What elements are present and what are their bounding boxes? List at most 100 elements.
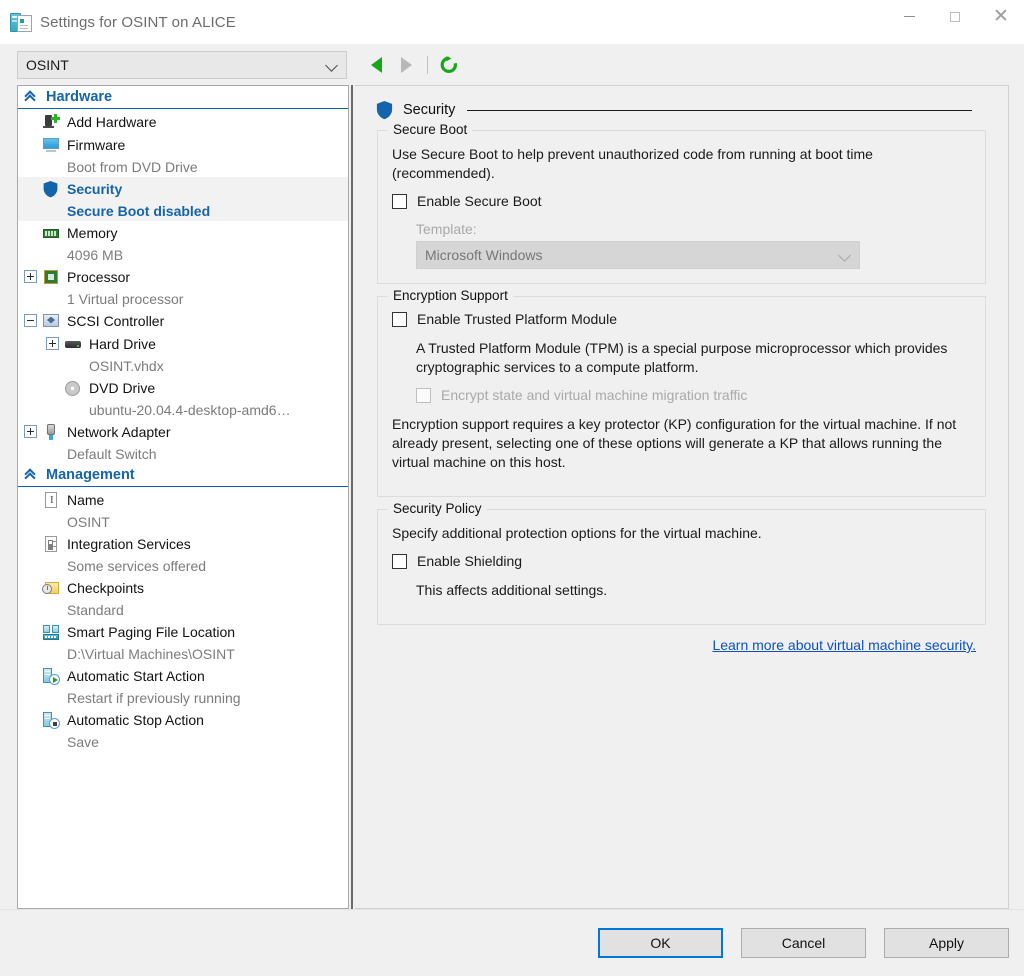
learn-more-link[interactable]: Learn more about virtual machine securit… [712, 637, 976, 653]
sidebar-item-label: Security [67, 180, 123, 197]
ok-button[interactable]: OK [598, 928, 723, 958]
sidebar-item-label: Automatic Start Action [67, 667, 205, 684]
forward-button[interactable] [391, 51, 421, 79]
sidebar-item-label: Smart Paging File Location [67, 623, 236, 640]
cancel-button[interactable]: Cancel [741, 928, 866, 958]
security-policy-group: Security Policy Specify additional prote… [377, 501, 986, 625]
sidebar-item-sublabel: 1 Virtual processor [67, 290, 184, 307]
sidebar-item-label: Hard Drive [89, 335, 156, 352]
apply-button[interactable]: Apply [884, 928, 1009, 958]
sidebar-item-sublabel-row[interactable]: Restart if previously running [18, 687, 348, 708]
security-policy-legend: Security Policy [388, 501, 487, 516]
enable-tpm-row[interactable]: Enable Trusted Platform Module [392, 311, 971, 327]
sidebar-item-sublabel-row[interactable]: Default Switch [18, 443, 348, 464]
sidebar-item-sublabel-row[interactable]: 1 Virtual processor [18, 288, 348, 309]
encrypt-migration-checkbox [416, 388, 431, 403]
sidebar-item-automatic-stop-action[interactable]: Automatic Stop Action [18, 708, 348, 731]
chevron-down-icon [838, 249, 851, 262]
vm-selector-combobox[interactable]: OSINT [17, 51, 347, 79]
sidebar-item-sublabel-row[interactable]: Secure Boot disabled [18, 200, 348, 221]
sidebar-item-name[interactable]: Name [18, 488, 348, 511]
sidebar-item-label: Memory [67, 224, 118, 241]
collapse-icon[interactable] [24, 314, 37, 327]
auto-start-icon [42, 667, 60, 685]
memory-icon [42, 224, 60, 242]
sidebar-item-memory[interactable]: Memory [18, 221, 348, 244]
sidebar-item-firmware[interactable]: Firmware [18, 133, 348, 156]
close-icon[interactable]: ✕ [978, 0, 1024, 33]
sidebar-item-sublabel: Default Switch [67, 445, 157, 462]
back-button[interactable] [361, 51, 391, 79]
sidebar-item-sublabel-row[interactable]: ubuntu-20.04.4-desktop-amd6… [18, 399, 348, 420]
chevron-up-icon [24, 90, 38, 104]
sidebar-item-sublabel-row[interactable]: Save [18, 731, 348, 752]
security-panel: Security Secure Boot Use Secure Boot to … [355, 85, 1009, 909]
sidebar-item-network-adapter[interactable]: Network Adapter [18, 420, 348, 443]
sidebar-item-sublabel: Restart if previously running [67, 689, 241, 706]
sidebar-item-hard-drive[interactable]: Hard Drive [18, 332, 348, 355]
sidebar-item-label: Checkpoints [67, 579, 145, 596]
sidebar-item-sublabel: D:\Virtual Machines\OSINT [67, 645, 235, 662]
header-rule [467, 109, 972, 111]
sidebar-item-sublabel-row[interactable]: Boot from DVD Drive [18, 156, 348, 177]
refresh-icon [440, 56, 457, 73]
enable-tpm-checkbox[interactable] [392, 312, 407, 327]
tree-section-label: Hardware [46, 89, 113, 105]
toolbar: OSINT [0, 45, 1024, 85]
window-controls: ✕ [886, 0, 1024, 44]
sidebar-item-security[interactable]: Security [18, 177, 348, 200]
refresh-button[interactable] [434, 51, 464, 79]
encrypt-migration-row: Encrypt state and virtual machine migrat… [416, 387, 971, 403]
smart-paging-icon [42, 623, 60, 641]
sidebar-item-add-hardware[interactable]: Add Hardware [18, 110, 348, 133]
page-title: Security [403, 102, 456, 118]
minimize-icon[interactable] [886, 0, 932, 33]
dialog-footer: OK Cancel Apply [0, 909, 1024, 976]
sidebar-item-label: Firmware [67, 136, 126, 153]
sidebar-item-scsi-controller[interactable]: SCSI Controller [18, 309, 348, 332]
enable-secure-boot-row[interactable]: Enable Secure Boot [392, 193, 971, 209]
sidebar-item-dvd-drive[interactable]: DVD Drive [18, 376, 348, 399]
enable-secure-boot-label: Enable Secure Boot [417, 193, 542, 209]
enable-secure-boot-checkbox[interactable] [392, 194, 407, 209]
sidebar-item-sublabel: Secure Boot disabled [67, 202, 211, 219]
enable-shielding-checkbox[interactable] [392, 554, 407, 569]
sidebar-item-sublabel-row[interactable]: D:\Virtual Machines\OSINT [18, 643, 348, 664]
expand-icon[interactable] [24, 425, 37, 438]
secure-boot-legend: Secure Boot [388, 122, 473, 137]
maximize-icon[interactable] [932, 0, 978, 33]
tree-section-hardware[interactable]: Hardware [18, 86, 348, 109]
expand-icon[interactable] [24, 270, 37, 283]
sidebar-item-label: Network Adapter [67, 423, 171, 440]
shield-icon [376, 100, 393, 120]
sidebar-item-sublabel-row[interactable]: 4096 MB [18, 244, 348, 265]
expand-icon[interactable] [46, 337, 59, 350]
sidebar-item-processor[interactable]: Processor [18, 265, 348, 288]
sidebar-item-automatic-start-action[interactable]: Automatic Start Action [18, 664, 348, 687]
sidebar-item-label: Processor [67, 268, 131, 285]
scsi-controller-icon [42, 312, 60, 330]
security-policy-description: Specify additional protection options fo… [392, 525, 762, 541]
encryption-note: Encryption support requires a key protec… [392, 416, 957, 470]
tree-section-management[interactable]: Management [18, 464, 348, 487]
sidebar-item-sublabel-row[interactable]: Standard [18, 599, 348, 620]
sidebar-item-sublabel: OSINT.vhdx [89, 357, 164, 374]
enable-shielding-row[interactable]: Enable Shielding [392, 553, 971, 569]
forward-arrow-icon [400, 57, 412, 73]
sidebar-item-label: Integration Services [67, 535, 191, 552]
sidebar-item-sublabel-row[interactable]: OSINT [18, 511, 348, 532]
settings-tree[interactable]: Hardware Add Hardware Firmware Boot from DV… [17, 85, 349, 909]
sidebar-item-sublabel: OSINT [67, 513, 110, 530]
enable-tpm-label: Enable Trusted Platform Module [417, 311, 617, 327]
panel-header: Security [375, 100, 994, 120]
dvd-drive-icon [64, 379, 82, 397]
sidebar-item-sublabel-row[interactable]: Some services offered [18, 555, 348, 576]
sidebar-item-label: DVD Drive [89, 379, 156, 396]
sidebar-item-checkpoints[interactable]: Checkpoints [18, 576, 348, 599]
sidebar-item-integration-services[interactable]: Integration Services [18, 532, 348, 555]
encryption-support-legend: Encryption Support [388, 288, 513, 303]
sidebar-item-smart-paging-file-location[interactable]: Smart Paging File Location [18, 620, 348, 643]
sidebar-item-label: SCSI Controller [67, 312, 165, 329]
sidebar-item-sublabel-row[interactable]: OSINT.vhdx [18, 355, 348, 376]
hyperv-settings-icon [10, 11, 32, 33]
